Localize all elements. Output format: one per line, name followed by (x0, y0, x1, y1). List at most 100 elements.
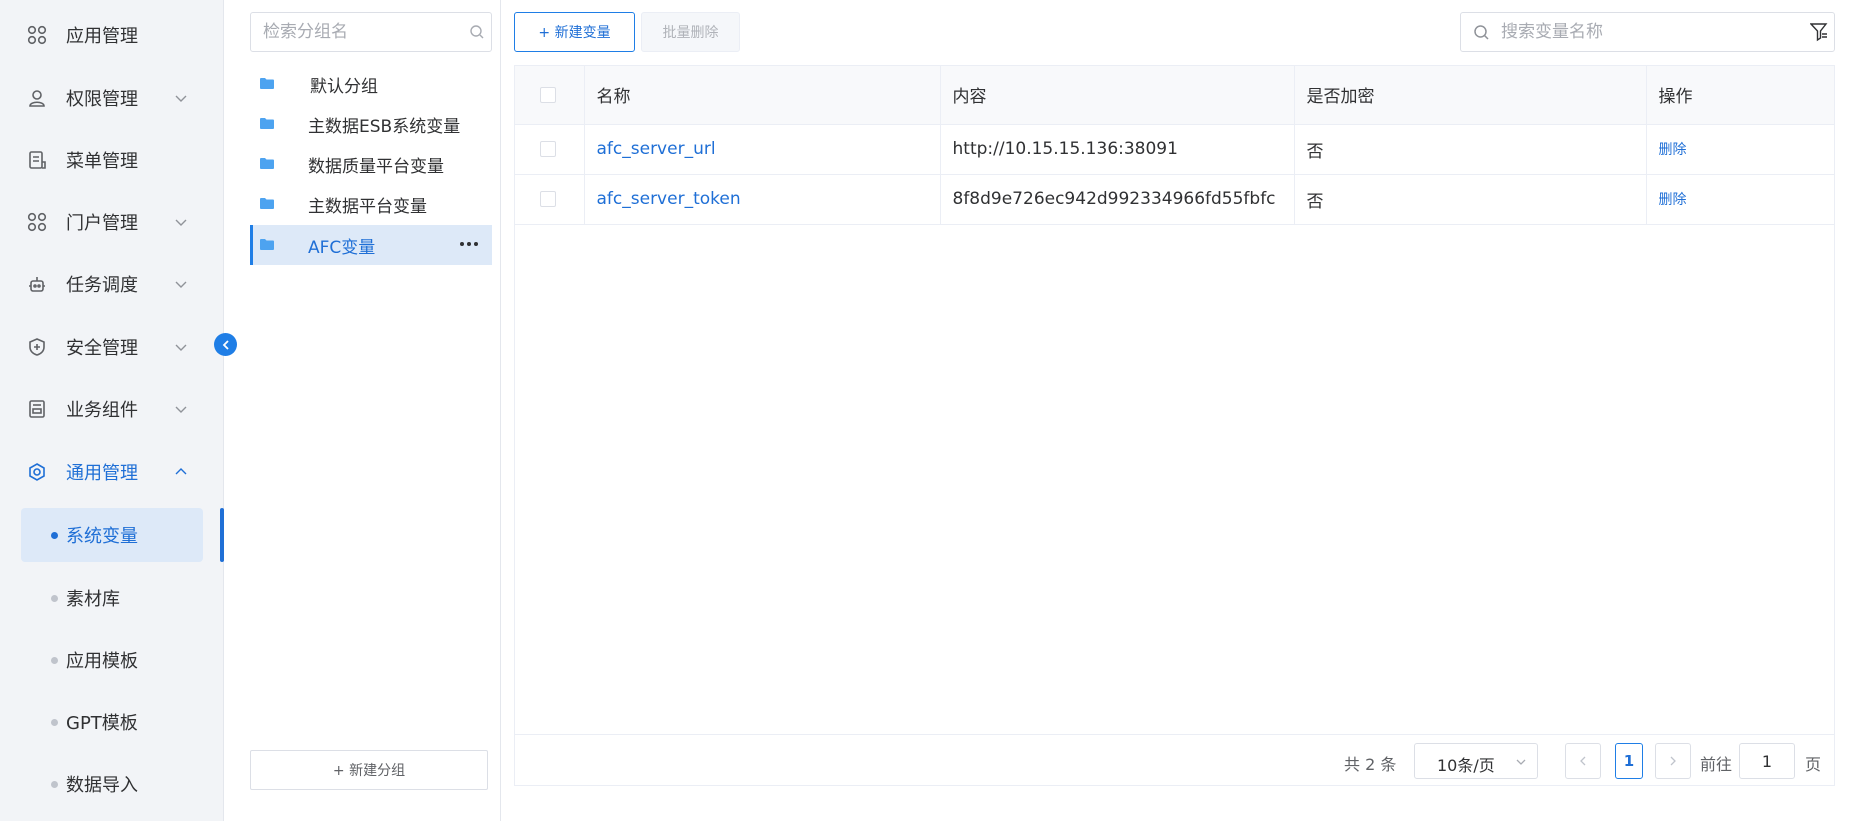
active-indicator-bar (220, 508, 224, 562)
menu-item-app-management[interactable]: 应用管理 (0, 10, 224, 60)
variable-name-link[interactable]: afc_server_url (597, 139, 716, 159)
user-icon (27, 88, 47, 108)
sub-item-material-library[interactable]: 素材库 (21, 571, 203, 625)
table-header-row: 名称 内容 是否加密 操作 (515, 66, 1835, 125)
column-header-action: 操作 (1646, 66, 1835, 125)
column-header-encrypted: 是否加密 (1294, 66, 1647, 125)
variable-encrypted: 否 (1294, 174, 1647, 225)
group-item-master-data-variables[interactable]: 主数据平台变量 (250, 185, 492, 223)
menu-item-label: 权限管理 (66, 89, 138, 110)
select-all-checkbox[interactable] (540, 86, 556, 103)
menu-item-security-management[interactable]: 安全管理 (0, 322, 224, 372)
page-number-current[interactable]: 1 (1615, 743, 1643, 779)
sub-item-gpt-templates[interactable]: GPT模板 (21, 695, 203, 749)
variable-content: http://10.15.15.136:38091 (940, 124, 1295, 175)
group-item-afc-variables[interactable]: AFC变量 (250, 225, 492, 265)
new-variable-button[interactable]: + 新建变量 (514, 12, 635, 52)
column-header-name: 名称 (584, 66, 941, 125)
menu-item-permission-management[interactable]: 权限管理 (0, 73, 224, 123)
variable-encrypted: 否 (1294, 124, 1647, 175)
menu-item-business-components[interactable]: 业务组件 (0, 384, 224, 434)
filter-icon[interactable] (1810, 22, 1828, 42)
menu-item-label: 门户管理 (66, 213, 138, 234)
folder-icon (260, 118, 274, 129)
variable-search-box (1460, 12, 1835, 52)
page-size-select[interactable]: 10条/页 (1414, 743, 1538, 779)
sub-item-label: 数据导入 (66, 775, 138, 796)
chevron-up-icon (175, 468, 187, 475)
delete-link[interactable]: 删除 (1659, 142, 1687, 158)
menu-item-general-management[interactable]: 通用管理 (0, 447, 224, 497)
variable-search-input[interactable] (1501, 13, 1791, 51)
group-item-label: 主数据ESB系统变量 (308, 116, 461, 137)
gear-icon (27, 462, 47, 482)
sub-item-label: GPT模板 (66, 713, 138, 734)
variable-content: 8f8d9e726ec942d992334966fd55fbfc (940, 174, 1295, 225)
new-group-button[interactable]: + 新建分组 (250, 750, 488, 790)
group-item-default[interactable]: 默认分组 (250, 65, 492, 103)
bullet-dot (51, 718, 58, 726)
folder-icon (260, 158, 274, 169)
sidebar: 应用管理 权限管理 菜单管理 门户管理 任务调度 安全管理 业务组件 通用管理 … (0, 0, 224, 821)
group-panel: 默认分组 主数据ESB系统变量 数据质量平台变量 主数据平台变量 AFC变量 +… (225, 0, 501, 821)
chevron-down-icon (175, 406, 187, 413)
goto-label: 前往 (1700, 755, 1733, 774)
chevron-left-icon (222, 339, 229, 350)
sub-item-label: 应用模板 (66, 651, 138, 672)
row-checkbox[interactable] (540, 191, 556, 207)
menu-item-label: 安全管理 (66, 338, 138, 359)
next-page-button[interactable] (1655, 743, 1691, 779)
page-suffix-label: 页 (1805, 755, 1822, 774)
table-row: afc_server_url http://10.15.15.136:38091… (515, 124, 1835, 175)
apps-icon (27, 212, 47, 232)
sub-item-system-variables[interactable]: 系统变量 (21, 508, 203, 562)
menu-item-label: 菜单管理 (66, 151, 138, 172)
row-select-cell (515, 124, 585, 175)
bullet-dot (51, 531, 58, 539)
menu-item-label: 业务组件 (66, 400, 138, 421)
menu-item-label: 任务调度 (66, 275, 138, 296)
group-item-label: 默认分组 (310, 76, 378, 97)
chevron-down-icon (175, 344, 187, 351)
chevron-down-icon (175, 95, 187, 102)
sub-item-label: 素材库 (66, 589, 120, 610)
sub-item-app-templates[interactable]: 应用模板 (21, 633, 203, 687)
group-item-label: AFC变量 (308, 237, 376, 258)
row-select-cell (515, 174, 585, 225)
robot-icon (27, 274, 47, 294)
goto-page-input[interactable] (1739, 743, 1795, 779)
folder-icon (260, 239, 274, 250)
chevron-down-icon (1516, 759, 1526, 765)
delete-link[interactable]: 删除 (1659, 192, 1687, 208)
folder-icon (260, 198, 274, 209)
group-search-input[interactable] (251, 13, 461, 51)
more-icon[interactable] (460, 242, 478, 246)
variables-table: 名称 内容 是否加密 操作 afc_server_url http://10.1… (514, 65, 1835, 786)
row-checkbox[interactable] (540, 141, 556, 157)
group-item-esb-variables[interactable]: 主数据ESB系统变量 (250, 105, 492, 143)
page-size-value: 10条/页 (1437, 756, 1495, 775)
folder-icon (260, 78, 274, 89)
prev-page-button[interactable] (1565, 743, 1601, 779)
bullet-dot (51, 780, 58, 788)
group-item-data-quality-variables[interactable]: 数据质量平台变量 (250, 145, 492, 183)
total-count: 共 2 条 (1344, 755, 1397, 774)
batch-delete-button[interactable]: 批量删除 (641, 12, 740, 52)
menu-item-label: 通用管理 (66, 463, 138, 484)
sub-item-data-import[interactable]: 数据导入 (21, 757, 203, 811)
variable-name-link[interactable]: afc_server_token (597, 189, 741, 209)
bullet-dot (51, 656, 58, 664)
menu-item-menu-management[interactable]: 菜单管理 (0, 135, 224, 185)
chevron-down-icon (175, 281, 187, 288)
column-header-content: 内容 (940, 66, 1295, 125)
group-search-box (250, 12, 492, 52)
document-icon (27, 150, 47, 170)
sidebar-collapse-button[interactable] (214, 333, 237, 356)
menu-item-task-scheduling[interactable]: 任务调度 (0, 259, 224, 309)
select-all-cell (515, 66, 585, 125)
menu-item-label: 应用管理 (66, 26, 138, 47)
menu-item-portal-management[interactable]: 门户管理 (0, 197, 224, 247)
apps-icon (27, 25, 47, 45)
chevron-down-icon (175, 219, 187, 226)
search-icon[interactable] (469, 24, 485, 40)
